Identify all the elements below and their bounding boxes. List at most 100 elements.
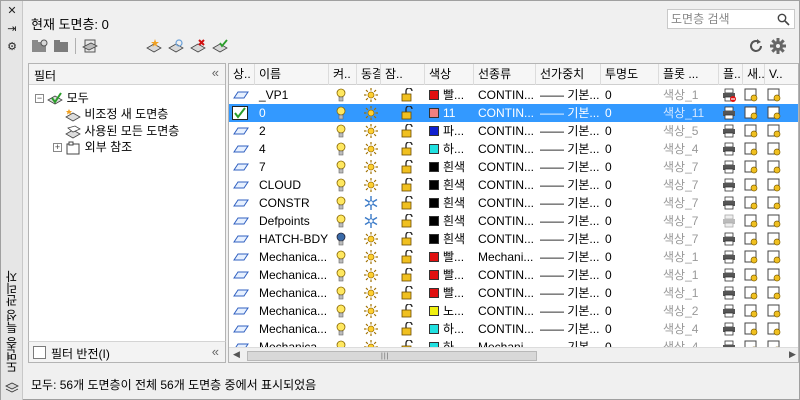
vp-freeze-icon[interactable] — [767, 304, 781, 318]
invert-filter-label[interactable]: 필터 반전(I) — [51, 345, 110, 362]
horizontal-scrollbar[interactable]: ◀ ||| ▶ — [229, 347, 798, 362]
layer-color[interactable]: 흰색 — [425, 230, 474, 248]
light-bulb-on-icon[interactable] — [336, 304, 346, 318]
layer-color[interactable]: 빨... — [425, 266, 474, 284]
layer-row[interactable]: 0 11 CONTIN... —— 기본... 0 색상_11 — [229, 104, 798, 122]
layer-row[interactable]: CLOUD 흰색 CONTIN... —— 기본... 0 색상_7 — [229, 176, 798, 194]
scrollbar-thumb[interactable]: ||| — [247, 351, 537, 361]
light-bulb-on-icon[interactable] — [336, 268, 346, 282]
unlocked-padlock-icon[interactable] — [401, 322, 413, 336]
new-property-filter-icon[interactable] — [31, 38, 49, 54]
unlocked-padlock-icon[interactable] — [401, 178, 413, 192]
column-header[interactable]: 상.. — [229, 64, 255, 85]
layer-row[interactable]: Mechanica... 노... CONTIN... —— 기본... 0 색상_2 — [229, 302, 798, 320]
layer-color[interactable]: 흰색 — [425, 176, 474, 194]
collapse-filter-panel-icon[interactable]: « — [212, 65, 219, 80]
layer-color[interactable]: 하... — [425, 320, 474, 338]
search-input[interactable] — [671, 10, 771, 28]
new-vp-freeze-icon[interactable] — [744, 196, 758, 210]
sun-icon[interactable] — [364, 124, 378, 138]
layer-color[interactable]: 하... — [425, 140, 474, 158]
new-vp-freeze-icon[interactable] — [744, 88, 758, 102]
sun-icon[interactable] — [364, 160, 378, 174]
light-bulb-on-icon[interactable] — [336, 124, 346, 138]
vp-freeze-icon[interactable] — [767, 160, 781, 174]
new-vp-freeze-icon[interactable] — [744, 214, 758, 228]
printer-icon[interactable] — [722, 232, 736, 246]
auto-hide-icon[interactable]: ⇥ — [6, 23, 18, 35]
column-header[interactable]: 잠.. — [381, 64, 425, 85]
unlocked-padlock-icon[interactable] — [401, 286, 413, 300]
layer-color[interactable]: 파... — [425, 122, 474, 140]
new-vp-freeze-icon[interactable] — [744, 106, 758, 120]
column-header[interactable]: 색상 — [425, 64, 474, 85]
set-current-icon[interactable] — [211, 38, 229, 54]
vp-freeze-icon[interactable] — [767, 106, 781, 120]
sun-icon[interactable] — [364, 322, 378, 336]
printer-icon[interactable] — [722, 286, 736, 300]
collapse-icon[interactable]: − — [35, 94, 44, 104]
scroll-right-icon[interactable]: ▶ — [789, 349, 796, 360]
properties-icon[interactable]: ⚙ — [6, 41, 18, 53]
sun-icon[interactable] — [364, 142, 378, 156]
filter-tree-item[interactable]: − 모두 — [35, 90, 89, 106]
scroll-left-icon[interactable]: ◀ — [233, 349, 240, 360]
column-header[interactable]: 선종류 — [474, 64, 536, 85]
layer-color[interactable]: 흰색 — [425, 194, 474, 212]
new-vp-freeze-icon[interactable] — [744, 124, 758, 138]
light-bulb-on-icon[interactable] — [336, 286, 346, 300]
close-icon[interactable]: ✕ — [6, 5, 18, 17]
layer-row[interactable]: CONSTR 흰색 CONTIN... —— 기본... 0 색상_7 — [229, 194, 798, 212]
printer-icon[interactable] — [722, 268, 736, 282]
unlocked-padlock-icon[interactable] — [401, 124, 413, 138]
column-header[interactable]: 새.. — [743, 64, 765, 85]
layer-color[interactable]: 흰색 — [425, 212, 474, 230]
column-header[interactable]: 선가중치 — [536, 64, 601, 85]
vp-freeze-icon[interactable] — [767, 196, 781, 210]
filter-tree-item[interactable]: 사용된 모든 도면층 — [65, 123, 179, 139]
refresh-icon[interactable] — [748, 38, 764, 54]
unlocked-padlock-icon[interactable] — [401, 304, 413, 318]
printer-icon[interactable] — [722, 178, 736, 192]
vp-freeze-icon[interactable] — [767, 322, 781, 336]
vp-freeze-icon[interactable] — [767, 286, 781, 300]
printer-icon[interactable] — [722, 142, 736, 156]
palette-title-bar[interactable]: ✕ ⇥ ⚙ 도면층 특성 관리자 — [1, 1, 23, 400]
layer-row[interactable]: 7 흰색 CONTIN... —— 기본... 0 색상_7 — [229, 158, 798, 176]
vp-freeze-icon[interactable] — [767, 268, 781, 282]
layer-search-box[interactable] — [667, 9, 795, 29]
layer-row[interactable]: HATCH-BDY 흰색 CONTIN... —— 기본... 0 색상_7 — [229, 230, 798, 248]
snowflake-icon[interactable] — [364, 196, 378, 210]
layer-row[interactable]: 4 하... CONTIN... —— 기본... 0 색상_4 — [229, 140, 798, 158]
filter-tree-item[interactable]: 비조정 새 도면층 — [65, 106, 168, 122]
printer-icon[interactable] — [722, 322, 736, 336]
layer-row[interactable]: _VP1 빨... CONTIN... —— 기본... 0 색상_1 — [229, 86, 798, 104]
invert-filter-checkbox[interactable] — [33, 346, 46, 359]
sun-icon[interactable] — [364, 304, 378, 318]
light-bulb-on-icon[interactable] — [336, 88, 346, 102]
light-bulb-on-icon[interactable] — [336, 142, 346, 156]
column-header[interactable]: 켜.. — [329, 64, 357, 85]
new-vp-freeze-icon[interactable] — [744, 304, 758, 318]
current-layer-check-icon[interactable] — [232, 106, 248, 120]
sun-icon[interactable] — [364, 250, 378, 264]
layer-color[interactable]: 흰색 — [425, 158, 474, 176]
printer-icon[interactable] — [722, 304, 736, 318]
layer-states-manager-icon[interactable] — [81, 38, 99, 54]
filter-tree-item[interactable]: + 외부 참조 — [53, 139, 132, 155]
unlocked-padlock-icon[interactable] — [401, 88, 413, 102]
printer-icon[interactable] — [722, 124, 736, 138]
new-vp-freeze-icon[interactable] — [744, 250, 758, 264]
new-vp-freeze-icon[interactable] — [744, 160, 758, 174]
printer-disabled-icon[interactable] — [722, 214, 736, 228]
new-vp-freeze-icon[interactable] — [744, 232, 758, 246]
expand-icon[interactable]: + — [53, 143, 62, 153]
layer-color[interactable]: 빨... — [425, 284, 474, 302]
new-vp-freeze-icon[interactable] — [744, 322, 758, 336]
vp-freeze-icon[interactable] — [767, 88, 781, 102]
printer-icon[interactable] — [722, 160, 736, 174]
new-vp-freeze-icon[interactable] — [744, 178, 758, 192]
settings-gear-icon[interactable] — [769, 37, 787, 55]
unlocked-padlock-icon[interactable] — [401, 106, 413, 120]
unlocked-padlock-icon[interactable] — [401, 196, 413, 210]
